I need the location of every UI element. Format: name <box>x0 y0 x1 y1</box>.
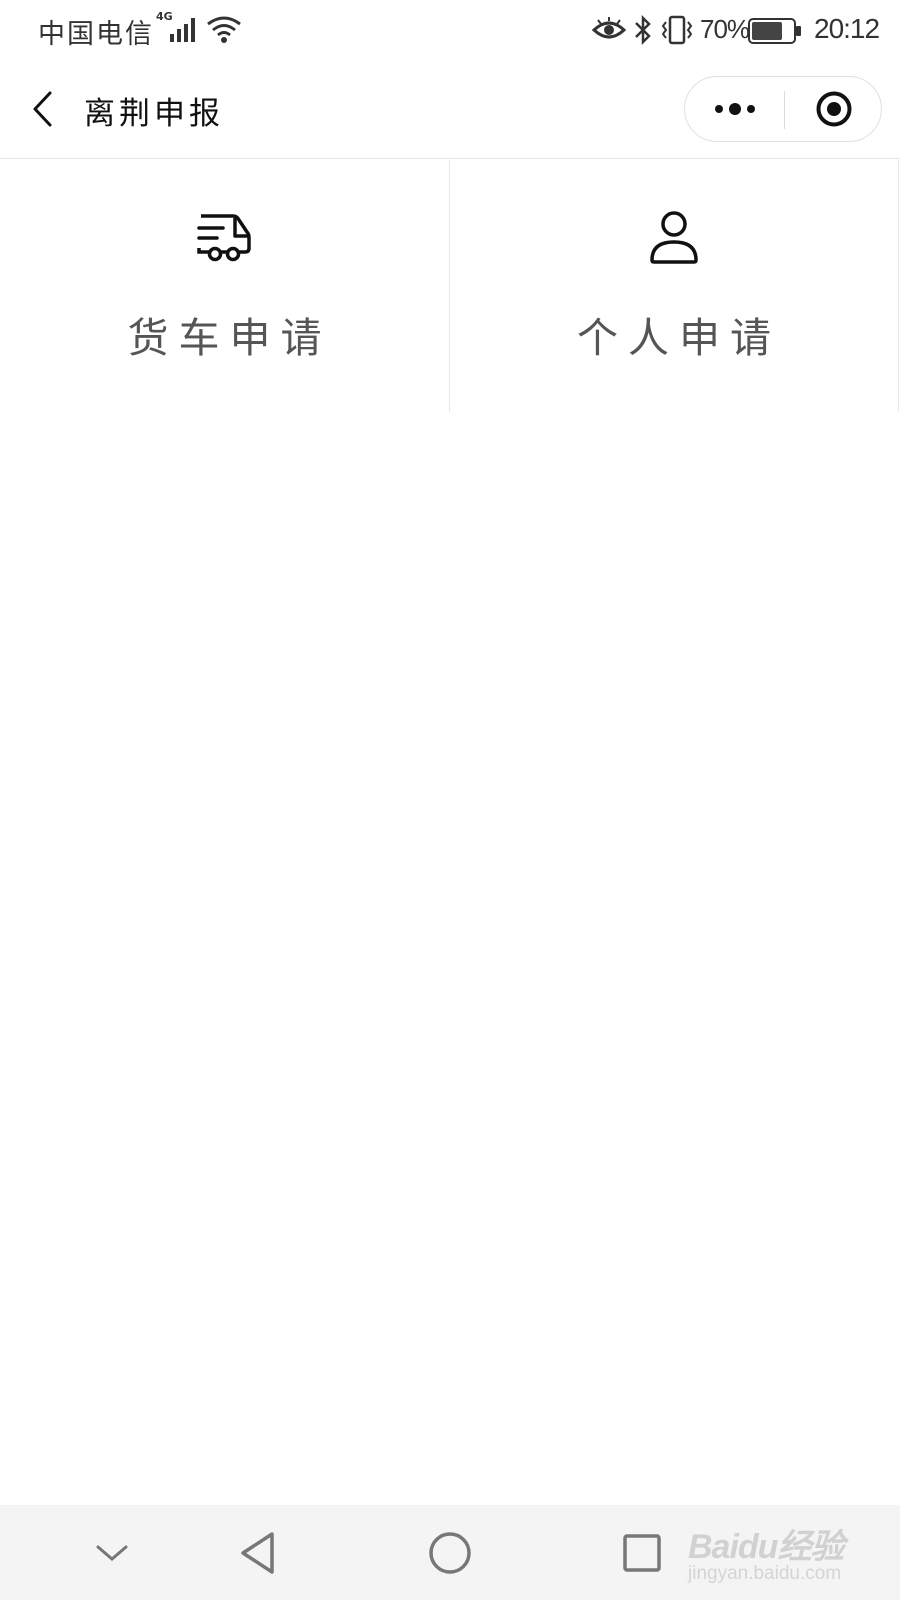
truck-application-label: 货车申请 <box>127 314 332 362</box>
recents-square-icon <box>623 1534 661 1572</box>
watermark-url: jingyan.baidu.com <box>688 1563 842 1584</box>
signal-icon <box>170 18 195 42</box>
eye-comfort-icon <box>592 17 626 39</box>
personal-application-card[interactable]: 个人申请 <box>450 160 899 412</box>
person-icon <box>650 211 698 264</box>
back-button[interactable] <box>22 84 62 134</box>
status-bar: 中国电信 4G 70% 20:12 <box>0 0 900 62</box>
truck-icon <box>196 214 251 262</box>
back-triangle-icon <box>241 1532 274 1574</box>
chevron-left-icon <box>33 91 52 127</box>
target-close-icon <box>816 91 851 127</box>
baidu-jingyan-watermark: Baidu经验 jingyan.baidu.com <box>688 1519 888 1595</box>
watermark-logo: Baidu经验 <box>688 1528 844 1566</box>
bluetooth-icon <box>635 14 651 46</box>
page-title: 离荆申报 <box>84 96 224 132</box>
clock-time: 20:12 <box>814 13 880 44</box>
miniprogram-capsule <box>684 76 882 142</box>
home-circle-icon <box>429 1532 471 1574</box>
personal-application-label: 个人申请 <box>577 314 781 362</box>
more-dots-icon <box>714 103 755 115</box>
battery-icon <box>748 18 801 44</box>
status-right-group: 70% 20:12 <box>570 0 900 62</box>
application-grid: 货车申请 个人申请 <box>0 160 900 412</box>
carrier-label: 中国电信 <box>38 19 154 50</box>
hide-keyboard-icon <box>96 1545 128 1561</box>
truck-application-card[interactable]: 货车申请 <box>0 160 450 412</box>
close-miniprogram-button[interactable] <box>785 77 882 141</box>
wifi-icon <box>207 16 241 43</box>
battery-percent: 70% <box>700 14 750 44</box>
hide-keyboard-button[interactable] <box>82 1523 142 1583</box>
system-home-button[interactable] <box>420 1523 480 1583</box>
vibrate-icon <box>661 15 693 45</box>
android-navigation-bar: Baidu经验 jingyan.baidu.com <box>0 1505 900 1600</box>
system-back-button[interactable] <box>228 1523 288 1583</box>
more-button[interactable] <box>685 77 784 141</box>
system-recents-button[interactable] <box>612 1523 672 1583</box>
navigation-bar: 离荆申报 <box>0 62 900 159</box>
